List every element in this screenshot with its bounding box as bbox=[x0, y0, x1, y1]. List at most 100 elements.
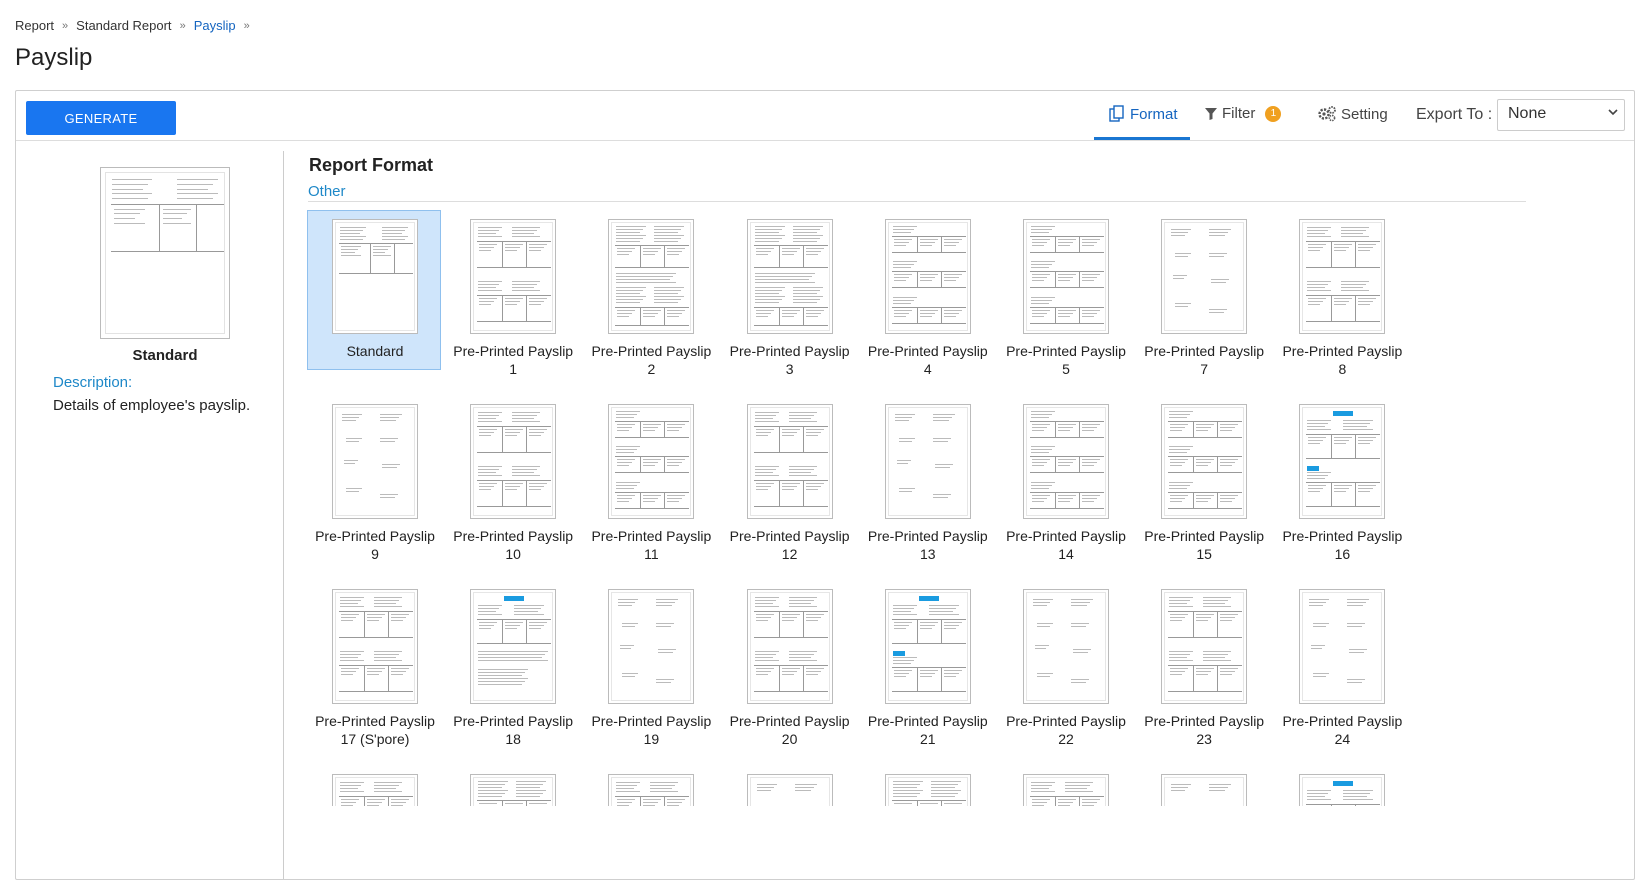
format-option-label: Pre-Printed Payslip 5 bbox=[989, 342, 1143, 378]
format-option[interactable] bbox=[722, 765, 856, 806]
generate-button[interactable]: GENERATE bbox=[26, 101, 176, 135]
format-option[interactable] bbox=[583, 765, 717, 806]
format-option-number: 2 bbox=[647, 361, 656, 377]
format-option-number: 24 bbox=[1334, 731, 1351, 747]
tab-setting-label: Setting bbox=[1341, 105, 1388, 123]
format-option[interactable]: Pre-Printed Payslip 7 bbox=[1136, 210, 1270, 377]
format-option-number: 9 bbox=[371, 546, 379, 562]
format-option[interactable]: Pre-Printed Payslip 10 bbox=[445, 395, 579, 562]
format-option[interactable]: Pre-Printed Payslip 13 bbox=[860, 395, 994, 562]
double-chevron-right-icon: » bbox=[179, 19, 186, 32]
format-option[interactable]: Pre-Printed Payslip 20 bbox=[722, 580, 856, 747]
format-option-name: Pre-Printed Payslip bbox=[591, 343, 712, 359]
format-thumbnail bbox=[332, 589, 418, 704]
format-option-number: 4 bbox=[923, 361, 932, 377]
format-option-number: 22 bbox=[1058, 731, 1074, 747]
format-option[interactable]: Standard bbox=[307, 210, 441, 370]
format-option-number: 8 bbox=[1338, 361, 1347, 377]
tab-filter[interactable]: Filter 1 bbox=[1204, 105, 1282, 122]
format-option-label: Pre-Printed Payslip 20 bbox=[713, 712, 867, 748]
format-option-name: Pre-Printed Payslip bbox=[1006, 528, 1126, 544]
format-option-label: Pre-Printed Payslip 16 bbox=[1265, 527, 1419, 563]
format-option-number: 14 bbox=[1058, 546, 1074, 562]
format-option-name: Pre-Printed Payslip bbox=[591, 528, 712, 544]
format-option[interactable]: Pre-Printed Payslip 16 bbox=[1274, 395, 1408, 562]
format-option[interactable]: Pre-Printed Payslip 19 bbox=[583, 580, 717, 747]
format-option[interactable] bbox=[445, 765, 579, 806]
format-option-number: 11 bbox=[644, 546, 659, 562]
format-option[interactable]: Pre-Printed Payslip 18 bbox=[445, 580, 579, 747]
format-option[interactable]: Pre-Printed Payslip 15 bbox=[1136, 395, 1270, 562]
format-option[interactable]: Pre-Printed Payslip 2 bbox=[583, 210, 717, 377]
format-thumbnail bbox=[746, 589, 833, 704]
format-option-label: Pre-Printed Payslip 7 bbox=[1127, 342, 1281, 378]
format-option[interactable] bbox=[998, 765, 1132, 806]
format-option[interactable]: Pre-Printed Payslip 24 bbox=[1274, 580, 1408, 747]
format-thumbnail bbox=[1161, 774, 1248, 806]
format-thumbnail bbox=[470, 404, 557, 519]
format-option[interactable]: Pre-Printed Payslip 8 bbox=[1274, 210, 1408, 377]
double-chevron-right-icon: » bbox=[243, 19, 250, 32]
format-option[interactable]: Pre-Printed Payslip 12 bbox=[722, 395, 856, 562]
format-option[interactable]: Pre-Printed Payslip 23 bbox=[1136, 580, 1270, 747]
breadcrumb-payslip[interactable]: Payslip bbox=[194, 18, 236, 33]
format-option-label: Pre-Printed Payslip 21 bbox=[851, 712, 1005, 748]
format-icon bbox=[1109, 105, 1124, 122]
format-option-number: 13 bbox=[920, 546, 936, 562]
format-thumbnail bbox=[1023, 589, 1109, 704]
tab-format[interactable]: Format bbox=[1108, 105, 1178, 123]
format-option[interactable] bbox=[307, 765, 441, 806]
divider bbox=[308, 201, 1526, 202]
selected-format-thumbnail bbox=[100, 167, 230, 339]
format-option-label: Pre-Printed Payslip 17 (S'pore) bbox=[307, 712, 452, 748]
format-thumbnail bbox=[470, 774, 557, 806]
format-option[interactable]: Pre-Printed Payslip 22 bbox=[998, 580, 1132, 747]
format-thumbnail bbox=[332, 404, 418, 519]
format-option-label: Pre-Printed Payslip 2 bbox=[574, 342, 728, 378]
chevron-down-icon bbox=[1608, 109, 1618, 116]
selected-format-preview: Standard Description: Details of employe… bbox=[16, 151, 284, 879]
format-thumbnail bbox=[1161, 404, 1248, 519]
format-option[interactable]: Pre-Printed Payslip 1 bbox=[445, 210, 579, 377]
format-thumbnail bbox=[884, 219, 971, 334]
format-thumbnail bbox=[884, 404, 971, 519]
format-option[interactable]: Pre-Printed Payslip 14 bbox=[998, 395, 1132, 562]
format-option-name: Pre-Printed Payslip bbox=[1282, 528, 1403, 544]
page-title: Payslip bbox=[15, 44, 93, 71]
format-option-number: 23 bbox=[1196, 731, 1212, 747]
toolbar: GENERATE Format Filter 1 Setting Export … bbox=[16, 91, 1634, 141]
format-option[interactable] bbox=[1274, 765, 1408, 806]
format-option-number: 7 bbox=[1200, 361, 1209, 377]
breadcrumb-report[interactable]: Report bbox=[15, 18, 54, 33]
tab-setting[interactable]: Setting bbox=[1317, 105, 1388, 123]
format-option[interactable] bbox=[1136, 765, 1270, 806]
format-option[interactable]: Pre-Printed Payslip 3 bbox=[722, 210, 856, 377]
export-select[interactable]: None bbox=[1497, 99, 1625, 131]
breadcrumb-standard-report[interactable]: Standard Report bbox=[76, 18, 171, 33]
format-thumbnail bbox=[1023, 219, 1109, 334]
format-option[interactable]: Pre-Printed Payslip 4 bbox=[860, 210, 994, 377]
format-thumbnail bbox=[884, 774, 971, 806]
format-option[interactable]: Pre-Printed Payslip 9 bbox=[307, 395, 441, 562]
format-option-name: Pre-Printed Payslip bbox=[867, 528, 988, 544]
format-thumbnail bbox=[332, 219, 418, 334]
format-option-label: Pre-Printed Payslip 15 bbox=[1127, 527, 1281, 563]
format-thumbnail bbox=[470, 219, 557, 334]
format-group-other[interactable]: Other bbox=[308, 183, 346, 200]
format-option-number: 3 bbox=[785, 361, 794, 377]
format-option[interactable]: Pre-Printed Payslip 5 bbox=[998, 210, 1132, 377]
description-text: Details of employee's payslip. bbox=[53, 397, 251, 414]
format-option[interactable] bbox=[860, 765, 994, 806]
format-option-label: Pre-Printed Payslip 8 bbox=[1265, 342, 1419, 378]
report-panel: GENERATE Format Filter 1 Setting Export … bbox=[15, 90, 1635, 880]
format-option-name: Pre-Printed Payslip bbox=[867, 713, 988, 729]
format-option[interactable]: Pre-Printed Payslip 11 bbox=[583, 395, 717, 562]
export-select-value: None bbox=[1508, 105, 1547, 122]
format-thumbnail bbox=[1161, 589, 1248, 704]
format-option[interactable]: Pre-Printed Payslip 21 bbox=[860, 580, 994, 747]
format-option-name: Pre-Printed Payslip bbox=[453, 713, 574, 729]
format-option-label: Pre-Printed Payslip 11 bbox=[574, 527, 728, 563]
format-option-name: Standard bbox=[346, 343, 404, 359]
format-option-label: Pre-Printed Payslip 9 bbox=[307, 527, 452, 563]
format-option[interactable]: Pre-Printed Payslip 17 (S'pore) bbox=[307, 580, 441, 747]
